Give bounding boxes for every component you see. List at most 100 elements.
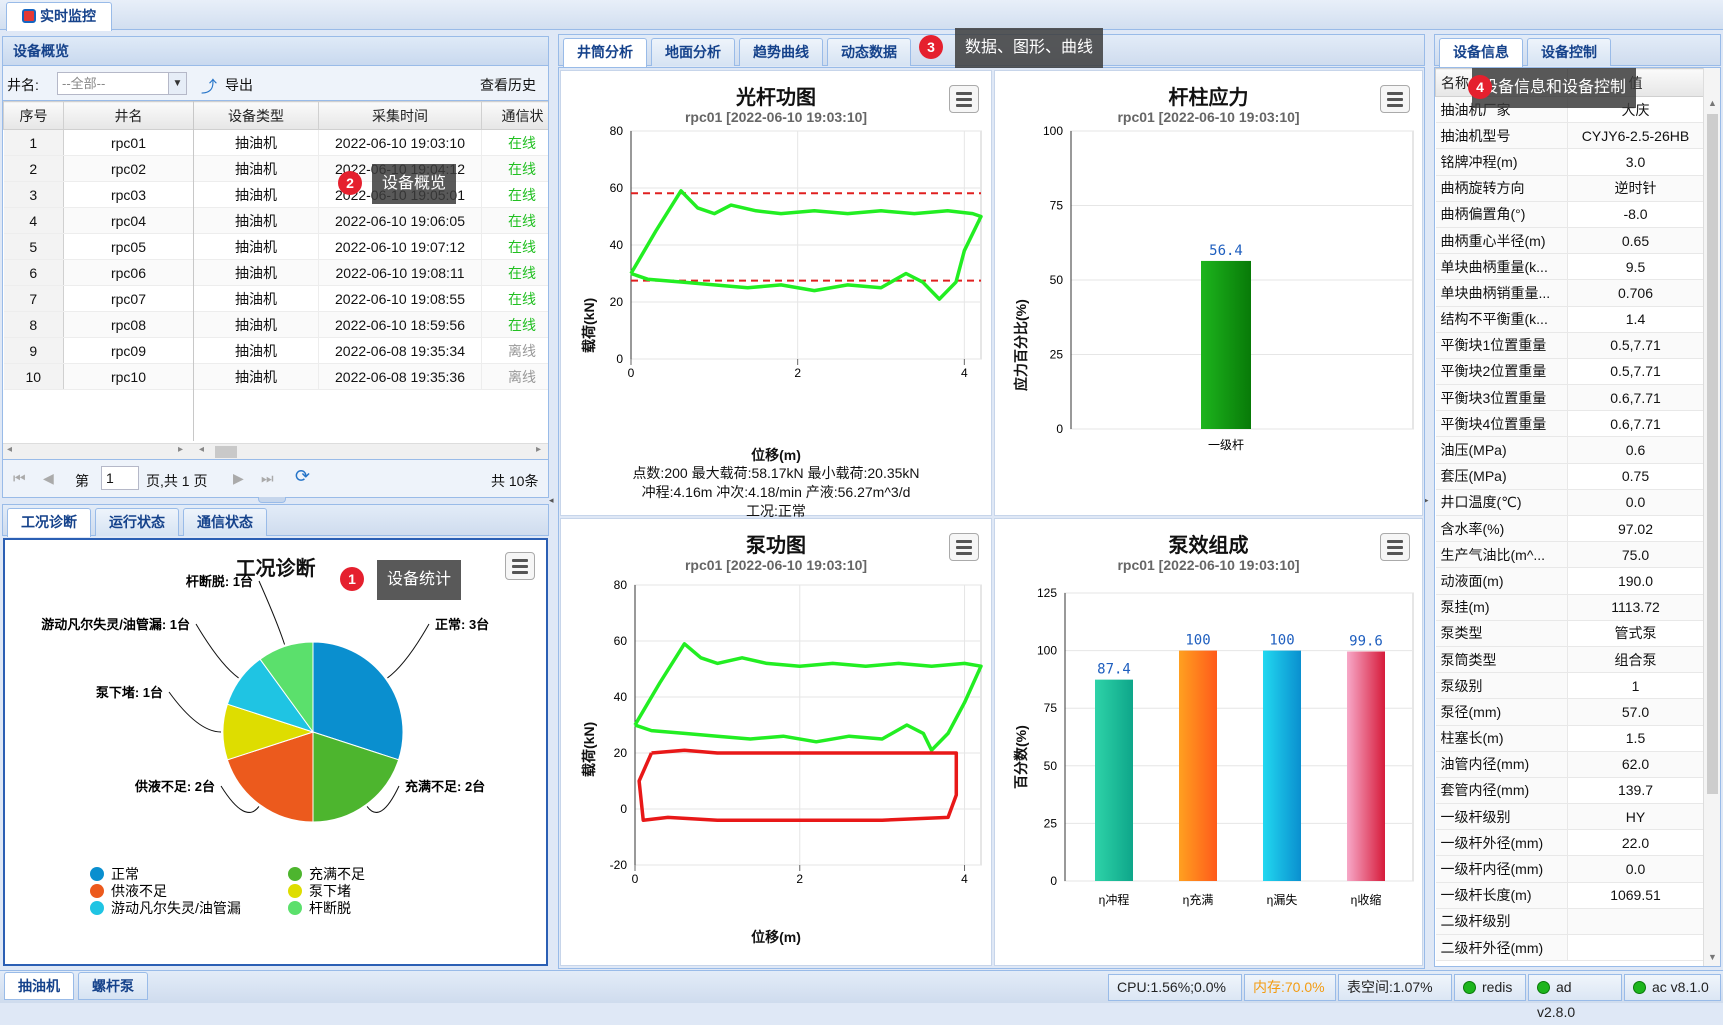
info-row[interactable]: 一级杆长度(m) 1069.51 [1435, 882, 1704, 909]
table-row[interactable]: 8 rpc08 抽油机 2022-06-10 18:59:56 在线 [3, 311, 548, 338]
tab-realtime-monitor[interactable]: 实时监控 [6, 2, 112, 31]
info-row[interactable]: 含水率(%) 97.02 [1435, 515, 1704, 543]
table-cell-name: rpc07 [63, 285, 194, 312]
tab-surface-analysis[interactable]: 地面分析 [651, 38, 735, 66]
page-input[interactable]: 1 [101, 466, 139, 490]
collapse-left-icon[interactable]: ◂ [549, 495, 554, 506]
info-row[interactable]: 曲柄偏置角(°) -8.0 [1435, 201, 1704, 228]
next-page-icon[interactable]: ▶ [233, 470, 244, 487]
info-row[interactable]: 动液面(m) 190.0 [1435, 567, 1704, 595]
collapse-handle[interactable] [258, 497, 286, 503]
tab-pumping-unit[interactable]: 抽油机 [4, 972, 74, 1000]
info-row[interactable]: 套管内径(mm) 139.7 [1435, 777, 1704, 805]
info-row[interactable]: 套压(MPa) 0.75 [1435, 463, 1704, 490]
column-header[interactable]: 采集时间 [318, 101, 482, 130]
table-row[interactable]: 2rpc02抽油机2022-06-10 19:04:12在线 [3, 155, 548, 182]
last-page-icon[interactable]: ⏭ [261, 470, 274, 487]
info-value: 62.0 [1567, 751, 1704, 778]
tab-device-control[interactable]: 设备控制 [1527, 38, 1611, 66]
table-cell-status: 在线 [481, 129, 548, 156]
tab-device-info[interactable]: 设备信息 [1439, 38, 1523, 67]
scroll-right-icon-2[interactable]: ▸ [536, 444, 541, 455]
table-cell-status: 在线 [481, 181, 548, 208]
refresh-icon[interactable]: ⟳ [295, 466, 310, 487]
info-value: 190.0 [1567, 567, 1704, 595]
info-row[interactable]: 柱塞长(m) 1.5 [1435, 725, 1704, 752]
info-row[interactable]: 结构不平衡重(k... 1.4 [1435, 306, 1704, 333]
table-cell-time: 2022-06-08 19:35:36 [318, 363, 482, 390]
info-row[interactable]: 平衡块1位置重量 0.5,7.71 [1435, 332, 1704, 359]
table-cell-time: 2022-06-10 19:03:10 [318, 129, 482, 156]
scroll-thumb[interactable] [215, 446, 237, 458]
scroll-thumb[interactable] [1707, 114, 1718, 794]
table-row[interactable]: 10 rpc10 抽油机 2022-06-08 19:35:36 离线 [3, 363, 548, 390]
info-row[interactable]: 二级杆级别 [1435, 908, 1704, 936]
info-line-1: 点数:200 最大载荷:58.17kN 最小载荷:20.35kN [632, 465, 920, 481]
tab-wellbore-analysis[interactable]: 井筒分析 [563, 38, 647, 67]
well-select[interactable]: --全部-- ▼ [57, 72, 187, 95]
tab-run-status[interactable]: 运行状态 [95, 508, 179, 536]
tab-dynamic-data[interactable]: 动态数据 [827, 38, 911, 66]
info-row[interactable]: 曲柄旋转方向 逆时针 [1435, 175, 1704, 202]
table-row[interactable]: 9 rpc09 抽油机 2022-06-08 19:35:34 离线 [3, 337, 548, 364]
view-history-button[interactable]: 查看历史 [480, 75, 536, 95]
info-row[interactable]: 一级杆内径(mm) 0.0 [1435, 855, 1704, 883]
monitor-icon [22, 9, 36, 23]
info-row[interactable]: 油压(MPa) 0.6 [1435, 436, 1704, 464]
info-row[interactable]: 生产气油比(m^... 75.0 [1435, 541, 1704, 569]
horizontal-scrollbar[interactable]: ◂ ▸ ◂ ▸ [3, 443, 548, 459]
chevron-down-icon[interactable]: ▼ [168, 73, 186, 94]
info-row[interactable]: 抽油机型号 CYJY6-2.5-26HB [1435, 122, 1704, 150]
table-row[interactable]: 6 rpc06 抽油机 2022-06-10 19:08:11 在线 [3, 259, 548, 286]
overview-panel-title: 设备概览 [2, 36, 549, 66]
table-cell-status: 在线 [481, 233, 548, 260]
info-row[interactable]: 单块曲柄销重量... 0.706 [1435, 279, 1704, 307]
table-row[interactable]: 7 rpc07 抽油机 2022-06-10 19:08:55 在线 [3, 285, 548, 312]
info-name: 动液面(m) [1435, 567, 1568, 595]
tooltip-data-charts: 数据、图形、曲线 [955, 28, 1104, 68]
info-row[interactable]: 平衡块4位置重量 0.6,7.71 [1435, 410, 1704, 438]
tab-screw-pump[interactable]: 螺杆泵 [78, 972, 148, 1000]
tab-trend-curve[interactable]: 趋势曲线 [739, 38, 823, 66]
scroll-left-icon[interactable]: ◂ [7, 444, 12, 455]
info-row[interactable]: 二级杆外径(mm) [1435, 934, 1704, 962]
table-row[interactable]: 3rpc03抽油机2022-06-10 19:05:01在线 [3, 181, 548, 208]
info-row[interactable]: 一级杆级别 HY [1435, 803, 1704, 831]
table-cell-type: 抽油机 [193, 155, 319, 182]
info-name: 泵级别 [1435, 672, 1568, 700]
info-row[interactable]: 泵级别 1 [1435, 672, 1704, 700]
info-row[interactable]: 铭牌冲程(m) 3.0 [1435, 148, 1704, 176]
info-row[interactable]: 泵径(mm) 57.0 [1435, 698, 1704, 726]
tab-comm-status[interactable]: 通信状态 [183, 508, 267, 536]
tab-diagnosis[interactable]: 工况诊断 [7, 508, 91, 537]
vertical-scrollbar[interactable]: ▲ ▼ [1703, 68, 1720, 966]
prev-page-icon[interactable]: ◀ [43, 470, 54, 487]
info-row[interactable]: 曲柄重心半径(m) 0.65 [1435, 227, 1704, 255]
info-row[interactable]: 平衡块3位置重量 0.6,7.71 [1435, 384, 1704, 412]
info-row[interactable]: 泵筒类型 组合泵 [1435, 646, 1704, 674]
info-row[interactable]: 井口温度(℃) 0.0 [1435, 489, 1704, 517]
memory-status: 内存:70.0% [1244, 974, 1336, 1001]
column-header[interactable]: 通信状 [481, 101, 548, 130]
scroll-down-icon[interactable]: ▼ [1708, 952, 1717, 962]
info-row[interactable]: 单块曲柄重量(k... 9.5 [1435, 253, 1704, 281]
info-row[interactable]: 一级杆外径(mm) 22.0 [1435, 829, 1704, 857]
info-row[interactable]: 油管内径(mm) 62.0 [1435, 751, 1704, 778]
bar-value-label: 99.6 [1349, 634, 1383, 650]
info-row[interactable]: 泵类型 管式泵 [1435, 620, 1704, 647]
column-header[interactable]: 设备类型 [193, 101, 319, 130]
column-header[interactable]: 序号 [3, 101, 64, 130]
table-row[interactable]: 5 rpc05 抽油机 2022-06-10 19:07:12 在线 [3, 233, 548, 260]
scroll-up-icon[interactable]: ▲ [1708, 98, 1717, 108]
first-page-icon[interactable]: ⏮ [13, 470, 26, 487]
scroll-right-icon[interactable]: ▸ [178, 444, 183, 455]
table-row[interactable]: 4 rpc04 抽油机 2022-06-10 19:06:05 在线 [3, 207, 548, 234]
column-header[interactable]: 井名 [63, 101, 194, 130]
info-row[interactable]: 平衡块2位置重量 0.5,7.71 [1435, 358, 1704, 386]
info-row[interactable]: 泵挂(m) 1113.72 [1435, 594, 1704, 621]
scroll-left-icon-2[interactable]: ◂ [199, 444, 204, 455]
info-name: 泵筒类型 [1435, 646, 1568, 674]
table-row[interactable]: 1 rpc01 抽油机 2022-06-10 19:03:10 在线 [3, 129, 548, 156]
ac-status: ac v8.1.0 [1624, 974, 1721, 1001]
export-button[interactable]: 导出 [225, 75, 253, 95]
